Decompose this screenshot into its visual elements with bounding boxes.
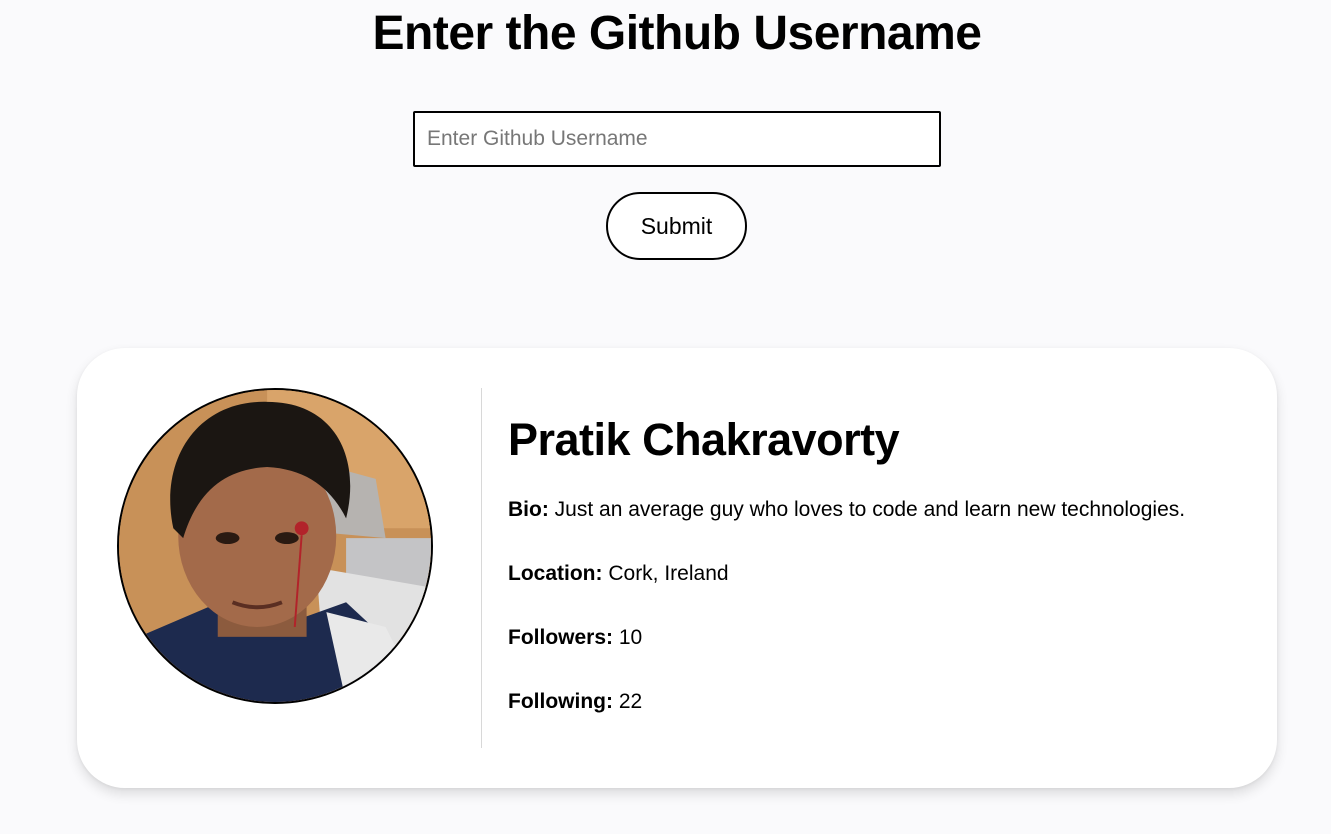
submit-button[interactable]: Submit xyxy=(606,192,747,260)
profile-following: Following: 22 xyxy=(508,688,642,716)
following-value: 22 xyxy=(618,690,643,713)
bio-value: Just an average guy who loves to code an… xyxy=(554,498,1186,521)
profile-info: Pratik Chakravorty Bio: Just an average … xyxy=(508,410,1248,713)
avatar xyxy=(117,388,433,704)
profile-followers: Followers: 10 xyxy=(508,624,642,652)
location-label: Location: xyxy=(508,562,603,585)
profile-bio: Bio: Just an average guy who loves to co… xyxy=(508,496,1185,524)
avatar-photo xyxy=(119,390,431,702)
bio-label: Bio: xyxy=(508,498,549,521)
followers-label: Followers: xyxy=(508,626,614,649)
following-label: Following: xyxy=(508,690,613,713)
profile-location: Location: Cork, Ireland xyxy=(508,560,729,588)
page-title: Enter the Github Username xyxy=(372,7,982,60)
profile-name: Pratik Chakravorty xyxy=(508,414,900,465)
divider xyxy=(481,388,482,748)
location-value: Cork, Ireland xyxy=(608,562,729,585)
username-input[interactable] xyxy=(413,111,941,167)
followers-value: 10 xyxy=(618,626,643,649)
page: Enter the Github Username Submit xyxy=(0,0,1331,834)
profile-card: Pratik Chakravorty Bio: Just an average … xyxy=(77,348,1277,788)
